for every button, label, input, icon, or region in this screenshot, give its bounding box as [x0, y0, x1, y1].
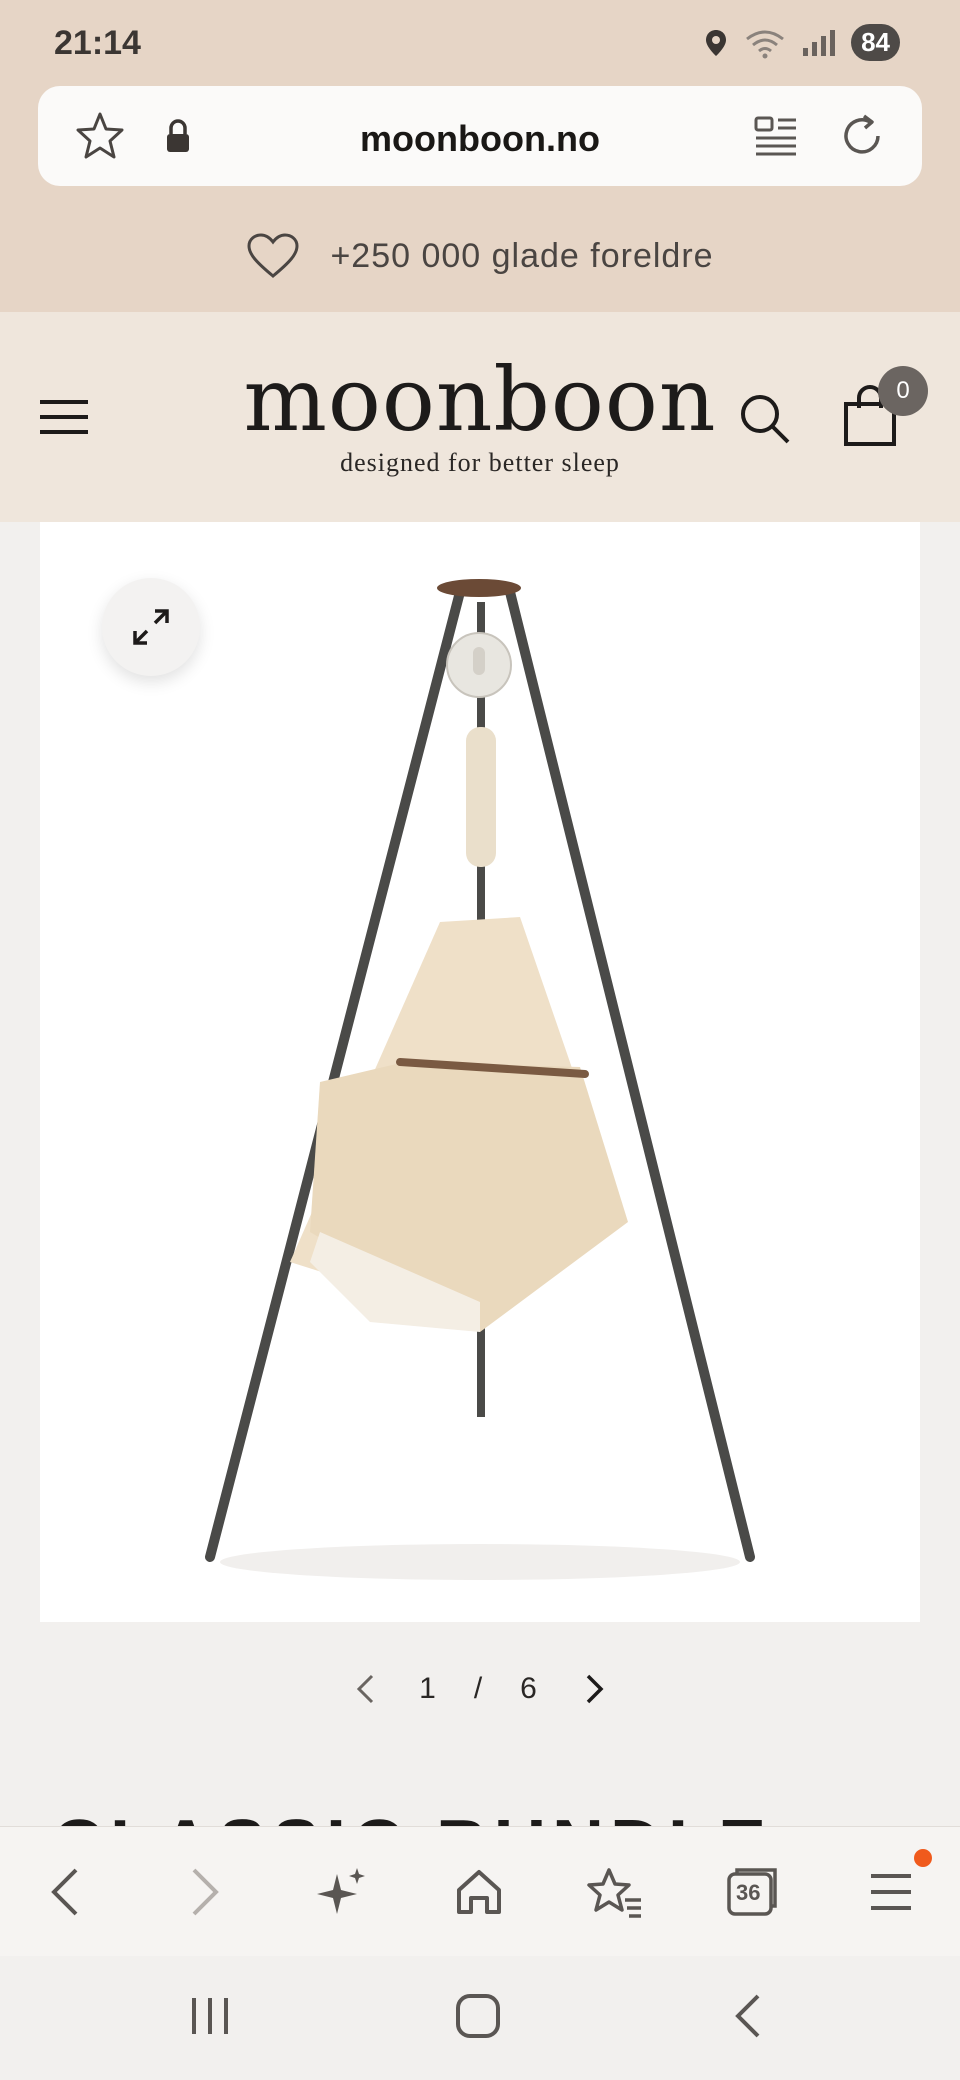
chevron-right-icon: [586, 1674, 604, 1704]
cart-count-badge[interactable]: 0: [878, 366, 928, 416]
bookmarks-button[interactable]: [580, 1857, 650, 1927]
logo-tagline: designed for better sleep: [340, 448, 620, 477]
system-nav-bar: [0, 1956, 960, 2080]
ai-button[interactable]: [306, 1857, 376, 1927]
back-nav-icon: [735, 1994, 760, 2038]
status-icons: 84: [703, 24, 900, 61]
site-header: moonboon designed for better sleep 0: [0, 312, 960, 522]
recent-apps-button[interactable]: [170, 1986, 250, 2046]
home-icon: [457, 1870, 501, 1914]
status-bar: 21:14 84: [0, 0, 960, 86]
location-icon: [706, 29, 727, 56]
notification-dot: [914, 1849, 932, 1867]
product-title: CLASSIC BUNDLE: [52, 1810, 912, 1826]
prev-image-button[interactable]: [345, 1669, 385, 1709]
product-title-partial: CLASSIC BUNDLE: [52, 1808, 912, 1826]
ai-sparkle-icon: [317, 1868, 365, 1914]
wifi-icon: [746, 30, 784, 58]
browser-toolbar: 36: [0, 1826, 960, 1956]
battery-indicator: 84: [851, 24, 900, 61]
reload-icon[interactable]: [834, 108, 890, 164]
product-image[interactable]: [40, 522, 920, 1622]
logo-wordmark: moonboon: [243, 348, 717, 451]
bookmarks-icon: [587, 1868, 641, 1918]
bouncer-hammock-illustration: [205, 579, 755, 1580]
reader-mode-icon[interactable]: [748, 108, 804, 164]
search-icon[interactable]: [736, 390, 792, 446]
forward-icon: [192, 1868, 219, 1916]
forward-button[interactable]: [170, 1857, 240, 1927]
next-image-button[interactable]: [575, 1669, 615, 1709]
promo-text: +250 000 glade foreldre: [330, 236, 714, 275]
home-square-icon: [456, 1994, 500, 2038]
image-pager: 1 / 6: [0, 1664, 960, 1714]
back-button[interactable]: [30, 1857, 100, 1927]
pager-separator: /: [473, 1672, 487, 1705]
home-button[interactable]: [444, 1857, 514, 1927]
browser-menu-button[interactable]: [856, 1857, 926, 1927]
back-icon: [51, 1868, 78, 1916]
browser-chrome: moonboon.no +250 000 glade foreldre: [0, 86, 960, 312]
signal-icon: [803, 29, 836, 56]
promo-banner: +250 000 glade foreldre: [0, 226, 960, 286]
tabs-button[interactable]: 36: [716, 1857, 786, 1927]
tabs-count: 36: [736, 1880, 761, 1905]
hamburger-menu-icon: [871, 1874, 911, 1910]
heart-icon: [247, 233, 299, 278]
pager-total: 6: [520, 1672, 541, 1705]
chevron-left-icon: [357, 1674, 374, 1704]
site-logo[interactable]: moonboon designed for better sleep: [0, 352, 960, 478]
back-nav-button[interactable]: [708, 1986, 788, 2046]
status-time: 21:14: [54, 24, 141, 62]
recent-apps-icon: [192, 1998, 228, 2034]
url-bar[interactable]: moonboon.no: [38, 86, 922, 186]
home-nav-button[interactable]: [438, 1986, 518, 2046]
pager-current: 1: [419, 1672, 440, 1705]
